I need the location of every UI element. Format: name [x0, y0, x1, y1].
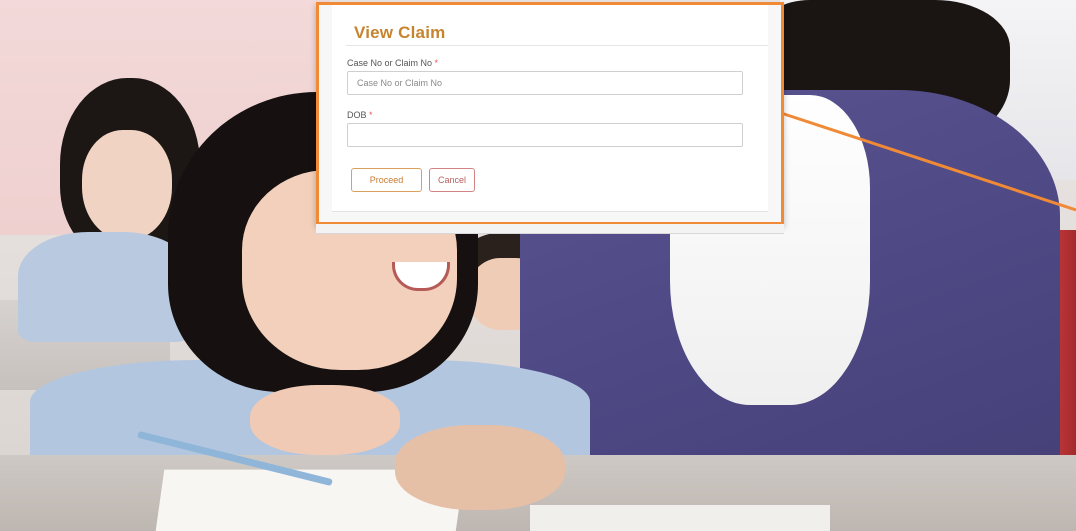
view-claim-dialog-highlight: View Claim Case No or Claim No * DOB * P… [316, 2, 784, 234]
photo-girl-back-face [82, 130, 172, 240]
photo-teacher-hand [395, 425, 565, 510]
view-claim-dialog: View Claim Case No or Claim No * DOB * P… [332, 5, 768, 212]
required-marker: * [369, 110, 373, 120]
photo-notebook-right [530, 505, 830, 531]
dialog-title: View Claim [354, 23, 446, 42]
dob-input[interactable] [347, 123, 743, 147]
required-marker: * [434, 58, 439, 68]
photo-girl-back-body [18, 232, 193, 342]
proceed-button[interactable]: Proceed [351, 168, 422, 192]
title-divider [346, 45, 768, 46]
case-no-label-text: Case No or Claim No [347, 58, 433, 68]
dob-label-text: DOB [347, 110, 367, 120]
case-no-label: Case No or Claim No * [347, 58, 438, 68]
dob-label: DOB * [347, 110, 373, 120]
cancel-button[interactable]: Cancel [429, 168, 475, 192]
photo-girl-hand [250, 385, 400, 455]
case-no-input[interactable] [347, 71, 743, 95]
